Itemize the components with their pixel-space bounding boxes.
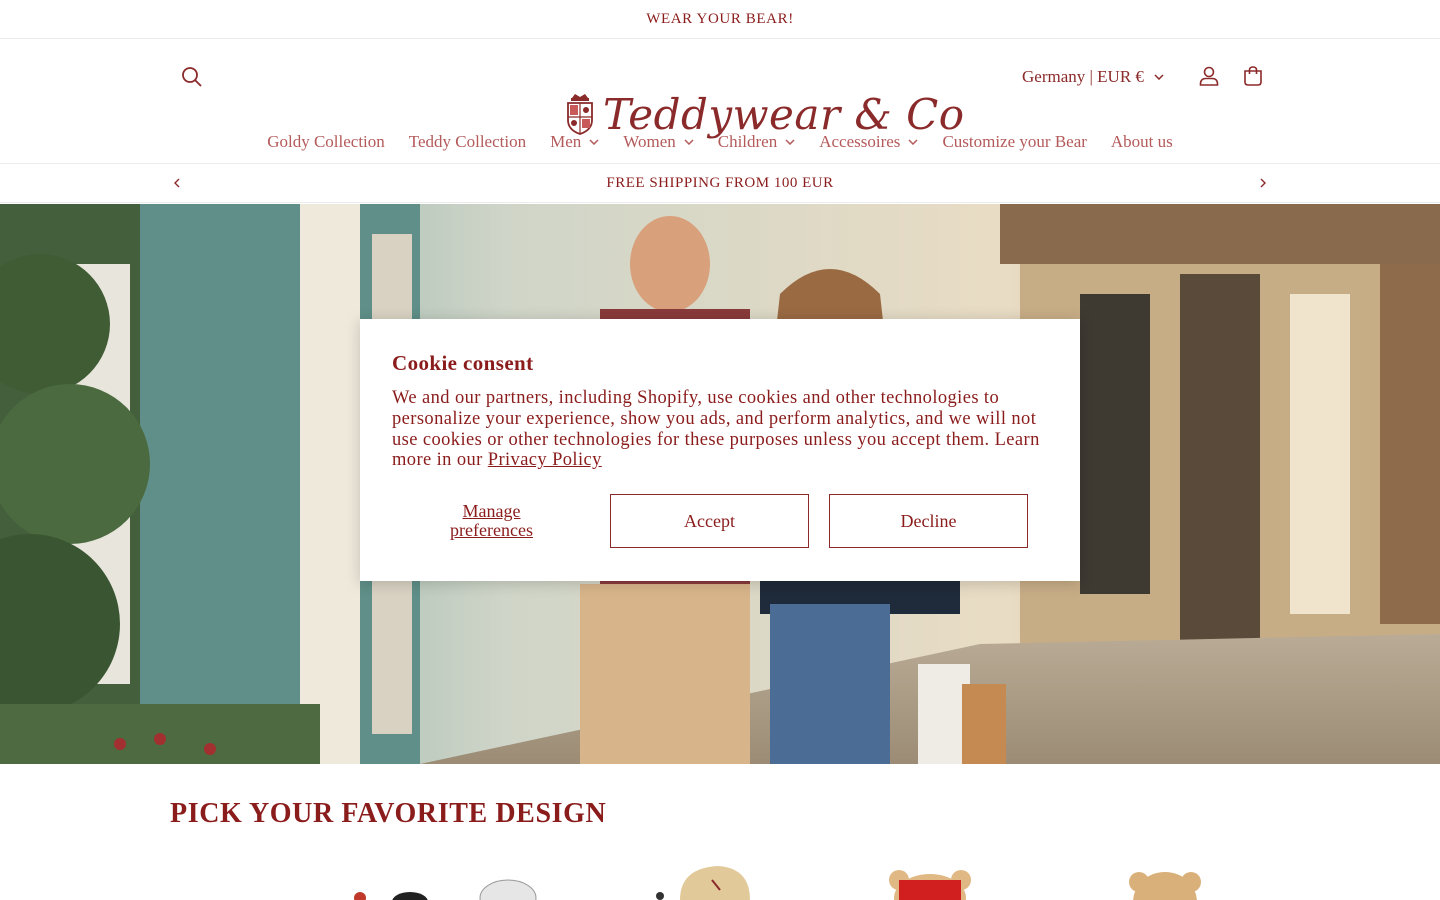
announcement-text: WEAR YOUR BEAR! [646,10,794,27]
product-thumbnail [889,870,971,900]
product-image[interactable] [330,858,540,900]
cookie-actions: Manage preferences Accept Decline [392,494,1048,548]
product-thumbnail [1129,872,1201,900]
nav-men[interactable]: Men [538,132,611,152]
locale-selector[interactable]: Germany | EUR € [1022,63,1164,91]
chevron-down-icon [908,139,918,145]
nav-label: About us [1110,132,1173,151]
accept-button[interactable]: Accept [610,494,809,548]
cart-button[interactable] [1238,61,1268,91]
chevron-down-icon [1154,74,1164,80]
account-icon [1199,66,1219,86]
manage-line-1: Manage [462,501,521,521]
nav-label: Teddy Collection [408,132,527,151]
nav-goldy-collection[interactable]: Goldy Collection [255,132,397,152]
product-image[interactable] [885,858,975,900]
decline-button[interactable]: Decline [829,494,1028,548]
nav-label: Men [550,132,582,151]
manage-preferences-label: Manage preferences [450,502,533,540]
nav-label: Accessoires [819,132,901,151]
cookie-title: Cookie consent [392,351,534,375]
manage-line-2: preferences [450,520,533,540]
nav-children[interactable]: Children [706,132,808,152]
search-icon [182,67,202,87]
promo-bar: FREE SHIPPING FROM 100 EUR [0,164,1440,203]
locale-label: Germany | EUR € [1022,67,1144,86]
chevron-down-icon [785,139,795,145]
nav-customize-your-bear[interactable]: Customize your Bear [930,132,1098,152]
site-header: Teddywear & Co Germany | EUR € Goldy Col… [0,39,1440,164]
search-button[interactable] [178,63,206,91]
section-title: PICK YOUR FAVORITE DESIGN [170,798,607,829]
cookie-body: We and our partners, including Shopify, … [392,388,1048,471]
manage-preferences-link[interactable]: Manage preferences [392,494,591,548]
nav-label: Customize your Bear [942,132,1087,151]
promo-text: FREE SHIPPING FROM 100 EUR [606,174,834,191]
chevron-down-icon [684,139,694,145]
nav-label: Women [623,132,676,151]
privacy-policy-link[interactable]: Privacy Policy [488,450,602,470]
promo-next-button[interactable] [1254,174,1272,192]
nav-label: Goldy Collection [267,132,385,151]
promo-previous-button[interactable] [168,174,186,192]
nav-teddy-collection[interactable]: Teddy Collection [397,132,538,152]
nav-about-us[interactable]: About us [1099,132,1185,152]
announcement-bar: WEAR YOUR BEAR! [0,0,1440,39]
product-thumbnail [656,866,750,900]
nav-women[interactable]: Women [611,132,705,152]
product-image[interactable] [650,858,760,900]
product-thumbnail [354,879,537,900]
chevron-left-icon [174,178,180,188]
cookie-consent-dialog: Cookie consent We and our partners, incl… [360,319,1080,581]
main-nav: Goldy Collection Teddy Collection Men Wo… [0,130,1440,154]
chevron-down-icon [589,139,599,145]
cart-icon [1244,66,1262,86]
product-image[interactable] [1125,858,1205,900]
nav-label: Children [717,132,778,151]
chevron-right-icon [1260,178,1266,188]
account-button[interactable] [1194,61,1224,91]
nav-accessoires[interactable]: Accessoires [807,132,930,152]
